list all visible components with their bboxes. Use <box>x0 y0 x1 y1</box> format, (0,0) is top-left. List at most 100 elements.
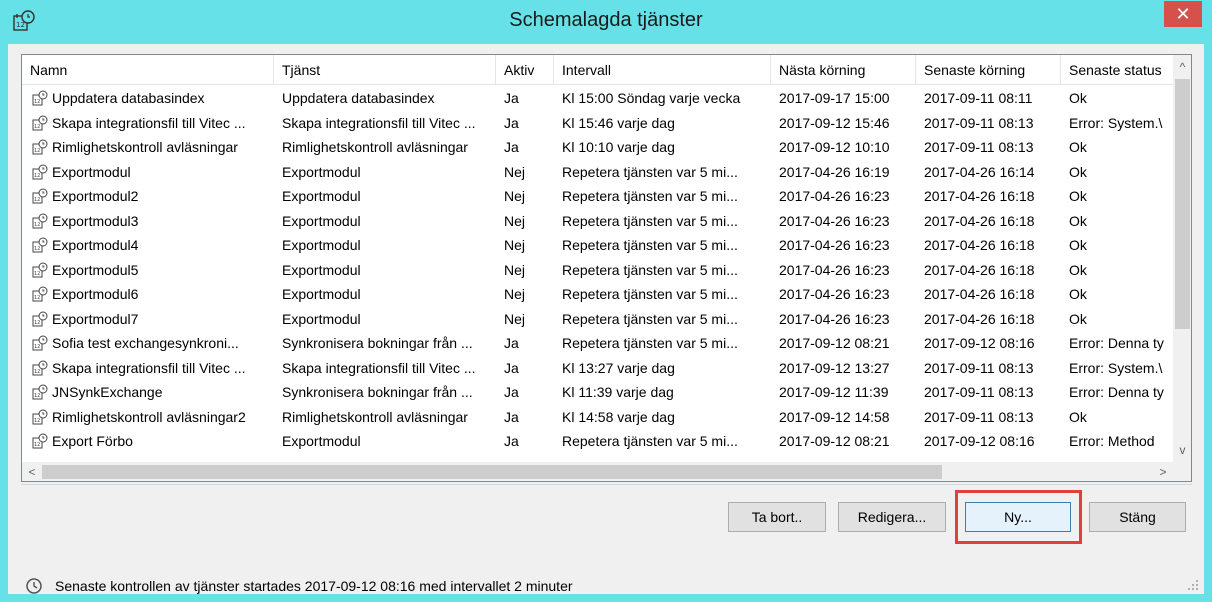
cell-last-status: Ok <box>1061 184 1173 208</box>
table-row[interactable]: 12 Uppdatera databasindex Uppdatera databa… <box>22 86 1173 110</box>
cell-service-text: Exportmodul <box>282 311 361 327</box>
cell-name-text: Rimlighetskontroll avläsningar <box>52 139 238 155</box>
cell-interval-text: Repetera tjänsten var 5 mi... <box>562 164 738 180</box>
cell-interval: Repetera tjänsten var 5 mi... <box>554 209 771 233</box>
cell-active-text: Nej <box>504 237 526 253</box>
cell-last-status-text: Ok <box>1069 286 1087 302</box>
delete-button[interactable]: Ta bort.. <box>728 502 826 532</box>
cell-active: Ja <box>496 331 554 355</box>
cell-interval-text: Repetera tjänsten var 5 mi... <box>562 311 738 327</box>
column-header-active[interactable]: Aktiv <box>496 55 554 85</box>
cell-last-run: 2017-09-12 08:16 <box>916 331 1061 355</box>
column-header-last-run[interactable]: Senaste körning <box>916 55 1061 85</box>
table-row[interactable]: 12 Exportmodul3 Exportmodul Nej Repetera tjä… <box>22 209 1173 233</box>
scroll-down-icon[interactable]: v <box>1173 440 1191 460</box>
svg-text:12: 12 <box>34 344 40 350</box>
cell-active: Ja <box>496 86 554 110</box>
cell-active-text: Ja <box>504 384 519 400</box>
cell-last-run-text: 2017-04-26 16:18 <box>924 286 1035 302</box>
table-row[interactable]: 12 Export Förbo Exportmodul Ja Repetera tjän… <box>22 429 1173 453</box>
cell-name: 12 Exportmodul5 <box>22 258 274 282</box>
cell-active: Ja <box>496 111 554 135</box>
cell-active-text: Ja <box>504 433 519 449</box>
scheduled-service-icon: 12 <box>32 408 48 425</box>
table-row[interactable]: 12 Rimlighetskontroll avläsningar2 Rimligh… <box>22 405 1173 429</box>
column-header-interval[interactable]: Intervall <box>554 55 771 85</box>
table-row[interactable]: 12 Exportmodul4 Exportmodul Nej Repetera tjä… <box>22 233 1173 257</box>
table-row[interactable]: 12 Exportmodul5 Exportmodul Nej Repetera tjä… <box>22 258 1173 282</box>
column-header-name[interactable]: Namn <box>22 55 274 85</box>
cell-last-run-text: 2017-09-11 08:13 <box>924 360 1034 376</box>
cell-active-text: Ja <box>504 360 519 376</box>
cell-last-status: Ok <box>1061 209 1173 233</box>
svg-text:12: 12 <box>34 393 40 399</box>
cell-next-run: 2017-04-26 16:19 <box>771 160 916 184</box>
resize-grip-icon[interactable] <box>1186 578 1200 592</box>
cell-active-text: Ja <box>504 335 519 351</box>
cell-service: Exportmodul <box>274 282 496 306</box>
scroll-right-icon[interactable]: > <box>1153 462 1173 481</box>
horizontal-scrollbar[interactable]: < > <box>22 462 1173 481</box>
column-header-last-status[interactable]: Senaste status <box>1061 55 1173 85</box>
close-button[interactable]: Stäng <box>1089 502 1186 532</box>
cell-name-text: Skapa integrationsfil till Vitec ... <box>52 115 246 131</box>
scrollbar-corner <box>1173 462 1191 481</box>
table-row[interactable]: 12 Skapa integrationsfil till Vitec ... Sk… <box>22 356 1173 380</box>
cell-service: Uppdatera databasindex <box>274 86 496 110</box>
column-header-service[interactable]: Tjänst <box>274 55 496 85</box>
cell-last-status-text: Error: Denna ty <box>1069 384 1164 400</box>
cell-last-run: 2017-09-11 08:13 <box>916 356 1061 380</box>
vertical-scrollbar[interactable]: ^ v <box>1173 55 1191 462</box>
column-header-next-run[interactable]: Nästa körning <box>771 55 916 85</box>
cell-name-text: Sofia test exchangesynkroni... <box>52 335 239 351</box>
svg-text:12: 12 <box>34 246 40 252</box>
close-window-button[interactable]: ✕ <box>1164 1 1202 27</box>
vertical-scroll-thumb[interactable] <box>1175 79 1190 329</box>
title-bar[interactable]: 12 Schemalagda tjänster ✕ <box>0 0 1212 44</box>
cell-interval-text: Repetera tjänsten var 5 mi... <box>562 262 738 278</box>
svg-text:12: 12 <box>34 369 40 375</box>
cell-next-run: 2017-04-26 16:23 <box>771 258 916 282</box>
cell-last-status: Ok <box>1061 233 1173 257</box>
edit-button[interactable]: Redigera... <box>838 502 946 532</box>
cell-next-run: 2017-09-12 15:46 <box>771 111 916 135</box>
table-row[interactable]: 12 Rimlighetskontroll avläsningar Rimlighe… <box>22 135 1173 159</box>
cell-next-run-text: 2017-09-12 08:21 <box>779 335 890 351</box>
cell-next-run: 2017-09-12 08:21 <box>771 429 916 453</box>
cell-name-text: Exportmodul <box>52 164 131 180</box>
cell-last-run-text: 2017-04-26 16:18 <box>924 311 1035 327</box>
cell-service: Skapa integrationsfil till Vitec ... <box>274 356 496 380</box>
table-row[interactable]: 12 Exportmodul Exportmodul Nej Repetera tjän… <box>22 160 1173 184</box>
table-row[interactable]: 12 Sofia test exchangesynkroni... Synkroni… <box>22 331 1173 355</box>
cell-last-run: 2017-09-11 08:13 <box>916 405 1061 429</box>
cell-service: Exportmodul <box>274 160 496 184</box>
cell-last-status: Error: Denna ty <box>1061 331 1173 355</box>
cell-name: 12 Sofia test exchangesynkroni... <box>22 331 274 355</box>
cell-interval-text: Kl 15:46 varje dag <box>562 115 675 131</box>
cell-last-status: Ok <box>1061 307 1173 331</box>
scheduled-service-icon: 12 <box>32 383 48 400</box>
cell-last-status-text: Ok <box>1069 90 1087 106</box>
horizontal-scroll-thumb[interactable] <box>42 465 942 479</box>
table-row[interactable]: 12 Exportmodul2 Exportmodul Nej Repetera tjä… <box>22 184 1173 208</box>
scroll-up-icon[interactable]: ^ <box>1173 57 1191 77</box>
cell-last-status-text: Ok <box>1069 237 1087 253</box>
cell-next-run-text: 2017-04-26 16:23 <box>779 311 890 327</box>
table-row[interactable]: 12 Exportmodul6 Exportmodul Nej Repetera tjä… <box>22 282 1173 306</box>
cell-last-run-text: 2017-04-26 16:18 <box>924 262 1035 278</box>
cell-next-run: 2017-04-26 16:23 <box>771 307 916 331</box>
table-row[interactable]: 12 JNSynkExchange Synkronisera bokningar f… <box>22 380 1173 404</box>
cell-last-run-text: 2017-09-12 08:16 <box>924 335 1035 351</box>
cell-interval: Repetera tjänsten var 5 mi... <box>554 160 771 184</box>
cell-last-status-text: Error: Method <box>1069 433 1155 449</box>
cell-service-text: Skapa integrationsfil till Vitec ... <box>282 360 476 376</box>
cell-service: Exportmodul <box>274 307 496 331</box>
scroll-left-icon[interactable]: < <box>22 462 42 481</box>
cell-name-text: Exportmodul6 <box>52 286 139 302</box>
services-list[interactable]: Namn Tjänst Aktiv Intervall Nästa körnin… <box>21 54 1192 482</box>
cell-last-status-text: Ok <box>1069 188 1087 204</box>
cell-active-text: Nej <box>504 311 526 327</box>
table-row[interactable]: 12 Skapa integrationsfil till Vitec ... Sk… <box>22 111 1173 135</box>
cell-next-run-text: 2017-04-26 16:23 <box>779 237 890 253</box>
table-row[interactable]: 12 Exportmodul7 Exportmodul Nej Repetera tjä… <box>22 307 1173 331</box>
